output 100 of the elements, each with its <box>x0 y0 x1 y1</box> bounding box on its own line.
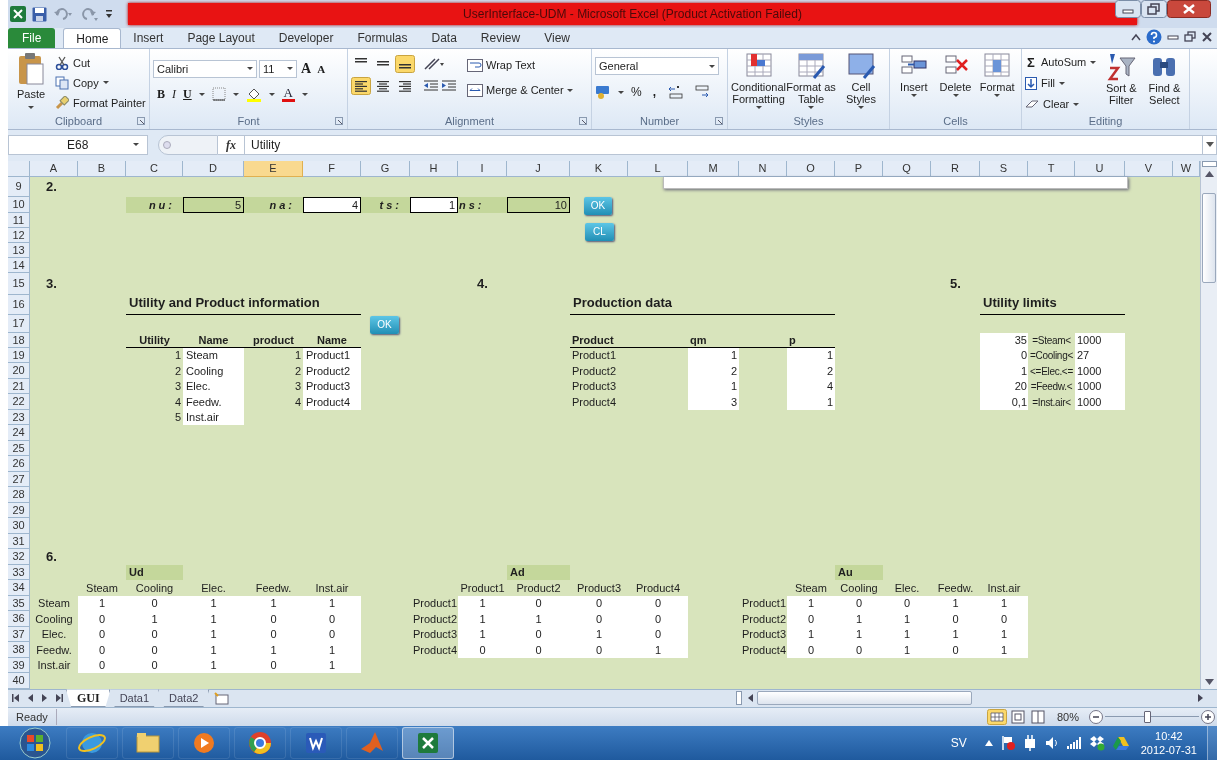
cell-action-button[interactable]: Insert <box>893 51 935 114</box>
table-cell[interactable]: 1 <box>980 363 1028 379</box>
table-cell[interactable]: 0 <box>507 642 570 658</box>
table-cell[interactable]: Product2 <box>303 363 361 379</box>
table-cell[interactable]: 0 <box>787 611 835 627</box>
value-cell[interactable]: 10 <box>507 196 570 213</box>
font-name-field[interactable]: Calibri <box>153 60 257 78</box>
copy-button[interactable]: Copy <box>55 74 146 92</box>
table-cell[interactable]: 1 <box>980 642 1028 658</box>
table-cell[interactable]: 1 <box>787 595 835 612</box>
ribbon-tab[interactable]: Insert <box>121 28 176 49</box>
table-cell[interactable]: 0 <box>303 611 361 627</box>
language-indicator[interactable]: SV <box>950 734 967 752</box>
table-cell[interactable]: 0 <box>507 595 570 612</box>
value-cell[interactable]: 1 <box>410 196 458 213</box>
clock-date[interactable]: 2012-07-31 <box>1140 743 1197 757</box>
ribbon-tab[interactable]: File <box>8 28 56 49</box>
taskbar-app-button[interactable] <box>402 727 454 759</box>
table-cell[interactable]: 1 <box>244 595 303 612</box>
table-cell[interactable]: 2 <box>688 363 739 379</box>
vertical-align-icon[interactable] <box>395 55 415 74</box>
wrap-text-button[interactable]: Wrap Text <box>467 57 573 74</box>
table-cell[interactable]: 1 <box>303 642 361 658</box>
taskbar-app-button[interactable] <box>66 727 118 759</box>
horizontal-align-icon[interactable] <box>351 77 371 96</box>
table-cell[interactable]: Cooling <box>183 363 244 379</box>
show-desktop-button[interactable] <box>1207 726 1217 760</box>
table-cell[interactable]: 0 <box>458 642 507 658</box>
table-cell[interactable]: Product4 <box>303 394 361 410</box>
table-cell[interactable]: 0 <box>570 595 628 612</box>
autosum-button[interactable]: Σ AutoSum <box>1025 53 1100 72</box>
taskbar-app-button[interactable] <box>178 727 230 759</box>
cell-action-button[interactable]: Delete <box>934 51 977 114</box>
table-cell[interactable]: 0 <box>126 595 183 612</box>
row-header[interactable]: 38 <box>8 642 30 658</box>
ribbon-tab[interactable]: Formulas <box>345 28 420 49</box>
row-header[interactable]: 40 <box>8 673 30 689</box>
clear-button[interactable]: Clear <box>1025 95 1100 114</box>
table-cell[interactable]: 1000 <box>1075 363 1125 379</box>
table-cell[interactable]: 1 <box>883 611 931 627</box>
row-header[interactable]: 36 <box>8 611 30 627</box>
table-cell[interactable]: 0,1 <box>980 394 1028 410</box>
cell-styles-button[interactable]: Cell Styles <box>836 51 886 114</box>
font-color-button[interactable]: A <box>281 87 295 102</box>
table-cell[interactable]: 0 <box>78 642 126 658</box>
sort-filter-button[interactable]: Sort & Filter <box>1099 52 1143 114</box>
cell-styles-button[interactable]: Format as Table <box>786 51 836 114</box>
table-cell[interactable]: 1 <box>303 595 361 612</box>
row-header[interactable]: 15 <box>8 272 30 295</box>
row-header[interactable]: 32 <box>8 549 30 565</box>
table-cell[interactable]: 1 <box>458 595 507 612</box>
row-header[interactable]: 9 <box>8 176 30 197</box>
fill-button[interactable]: Fill <box>1025 74 1100 93</box>
table-cell[interactable]: 0 <box>931 642 980 658</box>
taskbar-app-button[interactable] <box>122 727 174 759</box>
ribbon-tab[interactable]: View <box>532 28 582 49</box>
row-header[interactable]: 26 <box>8 456 30 472</box>
table-cell[interactable]: 0 <box>570 642 628 658</box>
cell-action-button[interactable]: Format <box>976 51 1018 114</box>
merge-center-button[interactable]: Merge & Center <box>467 82 573 99</box>
table-cell[interactable]: 3 <box>688 394 739 410</box>
cell-styles-button[interactable]: Conditional Formatting <box>731 51 787 114</box>
table-cell[interactable]: 0 <box>980 611 1028 627</box>
percent-button[interactable]: % <box>631 83 642 102</box>
table-cell[interactable]: 1 <box>183 595 244 612</box>
table-cell[interactable]: 0 <box>570 611 628 627</box>
table-cell[interactable]: Feedw. <box>183 394 244 410</box>
slider-thumb[interactable] <box>1144 711 1152 723</box>
scroll-thumb[interactable] <box>1202 192 1216 283</box>
table-cell[interactable]: 1000 <box>1075 394 1125 410</box>
table-cell[interactable]: 1 <box>126 611 183 627</box>
underline-button[interactable]: U <box>183 85 192 104</box>
taskbar-app-button[interactable] <box>290 727 342 759</box>
sheet-tab[interactable]: GUI <box>66 689 111 708</box>
table-cell[interactable]: 0 <box>787 642 835 658</box>
paste-button[interactable]: Paste <box>11 52 51 114</box>
ribbon-tab[interactable]: Data <box>419 28 469 49</box>
table-cell[interactable]: 0 <box>835 595 883 612</box>
taskbar-app-button[interactable] <box>234 727 286 759</box>
vertical-scrollbar[interactable] <box>1200 160 1217 689</box>
ribbon-tab[interactable]: Review <box>468 28 533 49</box>
table-cell[interactable]: 35 <box>980 332 1028 348</box>
name-box[interactable]: E68 <box>8 134 148 155</box>
row-header[interactable]: 28 <box>8 487 30 503</box>
ribbon-tab[interactable]: Developer <box>266 28 346 49</box>
value-cell[interactable]: 5 <box>183 196 244 213</box>
font-size-field[interactable]: 11 <box>259 60 297 78</box>
shrink-font-button[interactable]: A <box>315 60 328 78</box>
ribbon-tab[interactable]: Home <box>63 28 122 49</box>
horizontal-scrollbar[interactable] <box>748 690 1203 707</box>
table-cell[interactable]: 0 <box>628 595 688 612</box>
value-cell[interactable]: 4 <box>303 196 361 213</box>
row-header[interactable]: 30 <box>8 518 30 534</box>
row-header[interactable]: 22 <box>8 394 30 410</box>
table-cell[interactable]: 1 <box>244 642 303 658</box>
row-header[interactable]: 34 <box>8 580 30 596</box>
grow-font-button[interactable]: A <box>299 58 314 80</box>
italic-button[interactable]: I <box>172 85 176 104</box>
table-cell[interactable]: 1 <box>507 611 570 627</box>
table-cell[interactable]: 1 <box>931 595 980 612</box>
